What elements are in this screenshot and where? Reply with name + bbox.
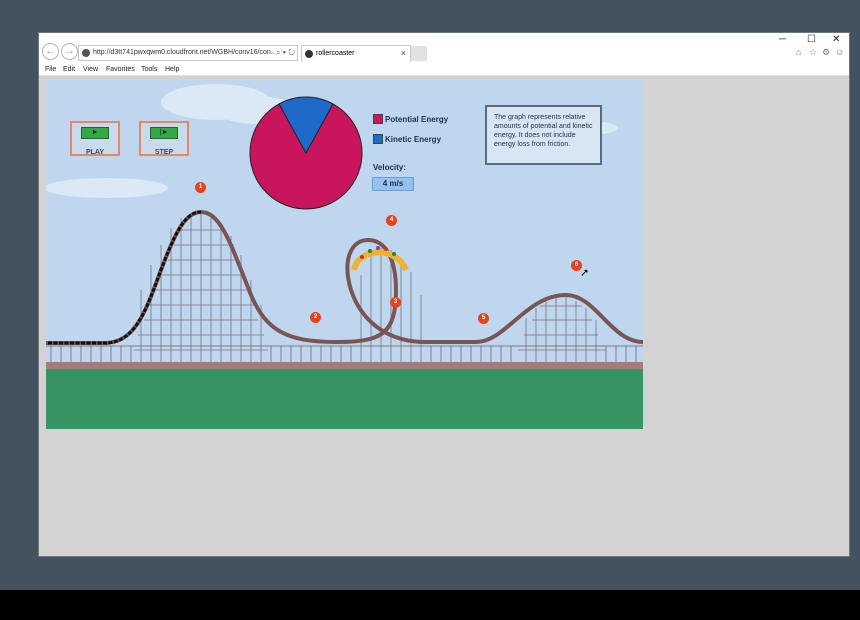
maximize-button[interactable]: ☐ [807, 34, 816, 45]
step-button[interactable]: |► STEP [139, 121, 189, 156]
velocity-label: Velocity: [373, 163, 406, 172]
grass [46, 369, 643, 429]
info-box: The graph represents relative amounts of… [485, 105, 602, 165]
tab-close-icon[interactable]: × [401, 46, 406, 61]
tab-rollercoaster[interactable]: rollercoaster × [301, 45, 411, 62]
menu-file[interactable]: File [45, 64, 56, 76]
rollercoaster-simulation: ► PLAY |► STEP Potential Energy Kinetic … [46, 80, 643, 429]
menu-help[interactable]: Help [165, 64, 179, 76]
play-button[interactable]: ► PLAY [70, 121, 120, 156]
ground-rail [46, 362, 643, 369]
desktop-bottom-bar [0, 590, 860, 620]
back-button[interactable]: ← [42, 43, 59, 60]
step-icon: |► [150, 127, 178, 139]
tab-title: rollercoaster [316, 50, 355, 57]
menu-tools[interactable]: Tools [141, 64, 157, 76]
arrow-left-icon: ← [45, 45, 56, 57]
menu-bar: File Edit View Favorites Tools Help [39, 64, 849, 76]
menu-favorites[interactable]: Favorites [106, 64, 135, 76]
play-label: PLAY [85, 149, 105, 156]
site-icon [82, 49, 90, 57]
marker-2[interactable]: 2 [310, 312, 321, 323]
address-tools[interactable]: ⌕ ▾ ↻ [276, 46, 295, 60]
close-window-button[interactable]: ✕ [832, 34, 840, 45]
address-bar[interactable]: http://d3tt741pwxqwm0.cloudfront.net/WGB… [78, 45, 298, 61]
potential-swatch [373, 114, 383, 124]
arrow-right-icon: → [64, 45, 75, 57]
feedback-smiley-icon[interactable]: ☺ [835, 47, 844, 57]
legend-kinetic-energy: Kinetic Energy [373, 134, 441, 145]
legend-potential-label: Potential Energy [385, 115, 449, 124]
minimize-button[interactable]: ─ [779, 34, 786, 45]
velocity-readout: 4 m/s [372, 177, 414, 191]
marker-1[interactable]: 1 [195, 182, 206, 193]
kinetic-swatch [373, 134, 383, 144]
menu-view[interactable]: View [83, 64, 98, 76]
crowd [351, 246, 409, 272]
fence [46, 345, 643, 362]
track [46, 209, 643, 345]
browser-window: ← → http://d3tt741pwxqwm0.cloudfront.net… [38, 32, 850, 557]
marker-4[interactable]: 4 [386, 215, 397, 226]
address-url: http://d3tt741pwxqwm0.cloudfront.net/WGB… [93, 49, 275, 56]
new-tab-button[interactable] [411, 46, 427, 61]
browser-titlebar: ← → http://d3tt741pwxqwm0.cloudfront.net… [39, 33, 849, 64]
home-icon[interactable]: ⌂ [796, 47, 801, 57]
tab-site-icon [305, 50, 313, 58]
marker-5[interactable]: 5 [478, 313, 489, 324]
mouse-cursor-icon: ➚ [580, 267, 590, 279]
legend-kinetic-label: Kinetic Energy [385, 135, 442, 144]
legend-potential-energy: Potential Energy [373, 114, 448, 125]
energy-pie-chart [249, 96, 363, 210]
forward-button[interactable]: → [61, 43, 78, 60]
favorites-star-icon[interactable]: ☆ [809, 47, 817, 58]
settings-gear-icon[interactable]: ⚙ [822, 47, 830, 58]
play-icon: ► [81, 127, 109, 139]
step-label: STEP [154, 149, 174, 156]
menu-edit[interactable]: Edit [63, 64, 75, 76]
marker-3[interactable]: 3 [390, 297, 401, 308]
